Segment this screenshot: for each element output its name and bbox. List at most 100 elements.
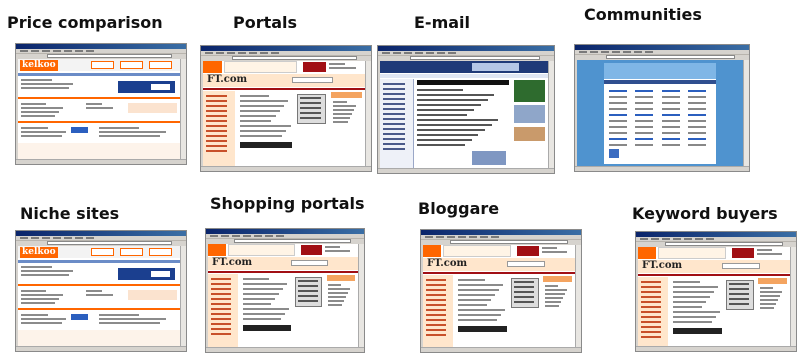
info-box: [128, 290, 177, 300]
panel-nav: [603, 80, 717, 84]
menu-item: [695, 238, 703, 240]
website-thumbnail[interactable]: [574, 44, 750, 172]
divider: [18, 121, 180, 123]
menu-item: [53, 237, 61, 239]
status-bar: [206, 347, 364, 352]
text-line: [21, 294, 63, 296]
text-line: [416, 139, 472, 141]
image-block: [472, 151, 506, 165]
text-line: [416, 134, 479, 136]
nav-link: [206, 105, 228, 107]
text-line: [240, 110, 280, 112]
folder-item: [383, 98, 405, 100]
link-line: [608, 132, 627, 134]
address-field: [606, 55, 736, 59]
text-line: [759, 303, 777, 305]
nav-link: [641, 321, 661, 323]
nav-link: [641, 336, 661, 338]
search-field: [292, 77, 333, 83]
photo-detail: [514, 301, 534, 303]
menu-item: [623, 51, 631, 53]
nav-link: [206, 135, 228, 137]
image-block: [514, 105, 545, 123]
website-thumbnail[interactable]: [377, 45, 555, 174]
text-line: [416, 89, 464, 91]
divider: [18, 308, 180, 310]
nav-strip: [638, 274, 790, 276]
text-line: [99, 318, 167, 320]
text-line: [242, 288, 283, 290]
photo-detail: [729, 298, 749, 300]
nav-link: [206, 150, 228, 152]
header-ad: [472, 63, 520, 71]
address-bar: [421, 240, 581, 244]
text-line: [756, 249, 772, 251]
website-thumbnail[interactable]: kelkoo: [15, 43, 187, 165]
status-bar: [201, 166, 371, 171]
text-line: [21, 111, 60, 113]
nav-link: [426, 284, 446, 286]
menu-item: [64, 237, 72, 239]
text-line: [672, 286, 718, 288]
page-content: FT.com: [203, 61, 365, 167]
text-line: [328, 304, 343, 306]
text-line: [99, 127, 140, 129]
page-content: kelkoo: [18, 59, 180, 160]
text-line: [759, 295, 781, 297]
folder-item: [383, 83, 405, 85]
link-line: [688, 126, 707, 128]
text-line: [544, 301, 562, 303]
nav-band: [18, 260, 180, 263]
status-bar: [16, 159, 186, 164]
text-line: [240, 135, 283, 137]
menu-item: [448, 52, 456, 54]
nav-link: [211, 313, 231, 315]
folder-item: [383, 103, 405, 105]
menu-item: [469, 236, 477, 238]
menu-item: [447, 236, 455, 238]
promo-box: [90, 248, 114, 256]
link-line: [688, 102, 707, 104]
link-line: [635, 114, 654, 116]
menu-item: [243, 235, 251, 237]
left-nav: [203, 91, 236, 167]
text-line: [332, 113, 353, 115]
website-thumbnail[interactable]: FT.com: [635, 231, 797, 352]
link-line: [661, 90, 680, 92]
ad-banner: [227, 244, 295, 256]
text-line: [416, 119, 499, 121]
nav-link: [206, 115, 228, 117]
footer-area: [18, 143, 180, 160]
menu-item: [20, 50, 28, 52]
menu-item: [75, 237, 83, 239]
text-line: [99, 131, 167, 133]
website-thumbnail[interactable]: FT.com: [205, 228, 365, 353]
text-line: [541, 251, 567, 253]
website-thumbnail[interactable]: FT.com: [200, 45, 372, 172]
menu-item: [227, 52, 235, 54]
sidebar-box: [330, 92, 362, 98]
address-field: [409, 56, 540, 60]
page-content: [380, 61, 548, 169]
status-bar: [575, 166, 749, 171]
menu-item: [425, 236, 433, 238]
menu-item: [20, 237, 28, 239]
menu-item: [404, 52, 412, 54]
panel-header: [603, 63, 717, 79]
address-bar: [16, 241, 186, 245]
link-line: [688, 144, 707, 146]
text-line: [242, 313, 286, 315]
nav-link: [641, 281, 661, 283]
link-line: [635, 108, 654, 110]
image-block: [514, 127, 545, 141]
photo-detail: [300, 97, 322, 99]
website-thumbnail[interactable]: kelkoo: [15, 230, 187, 352]
link-line: [661, 108, 680, 110]
address-field: [46, 54, 173, 58]
promo-box: [120, 248, 143, 256]
headline: [242, 325, 291, 331]
text-line: [242, 278, 269, 280]
text-line: [457, 294, 495, 296]
link-line: [608, 108, 627, 110]
website-thumbnail[interactable]: FT.com: [420, 229, 582, 353]
